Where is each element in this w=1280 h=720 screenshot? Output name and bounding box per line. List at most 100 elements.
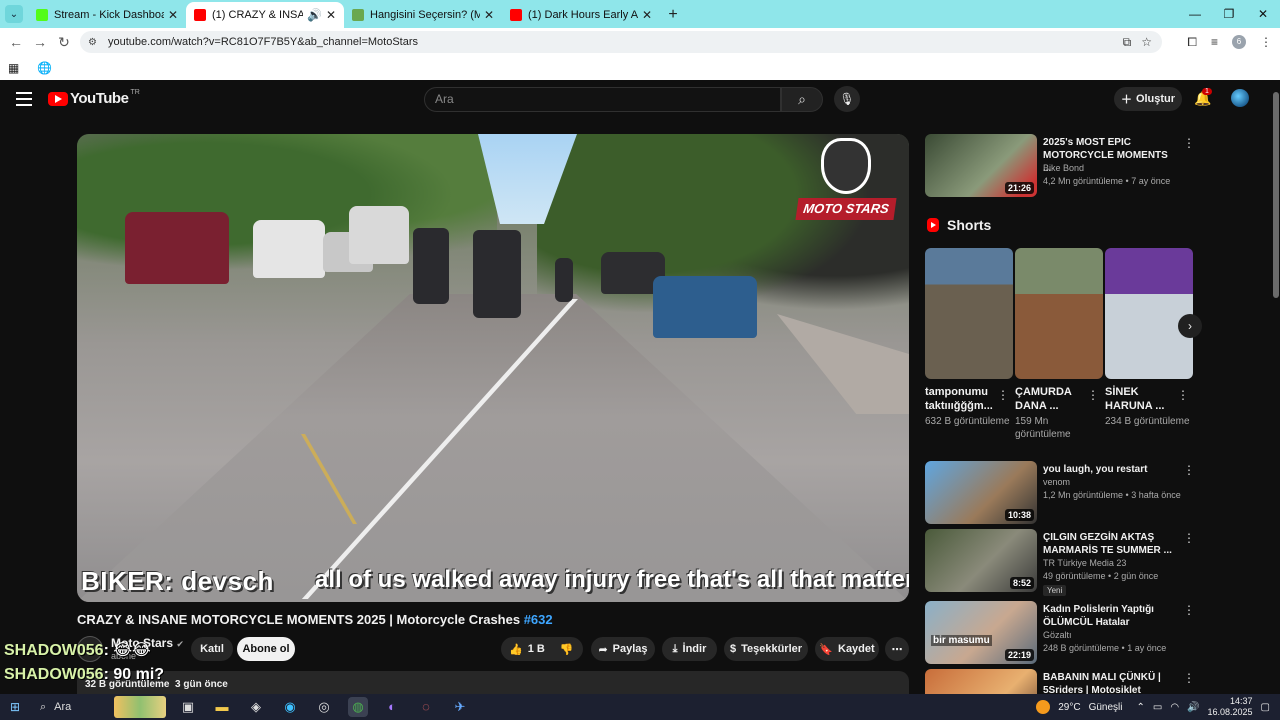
microphone-icon[interactable]: 🎙 [834, 86, 860, 112]
chevron-right-icon[interactable]: › [1178, 314, 1202, 338]
rec-title[interactable]: Kadın Polislerin Yaptığı ÖLÜMCÜL Hatalar [1043, 603, 1177, 629]
more-options-icon[interactable]: ⋮ [997, 388, 1009, 402]
recommended-video[interactable]: 10:38 you laugh, you restart venom 1,2 M… [925, 461, 1265, 525]
video-player[interactable]: MOTO STARS BIKER: devsch all of us walke… [77, 134, 909, 602]
weather-sun-icon[interactable] [1036, 700, 1051, 714]
clock[interactable]: 14:37 16.08.2025 [1208, 696, 1253, 718]
share-button[interactable]: ➦ Paylaş [591, 637, 655, 661]
account-avatar[interactable] [1231, 89, 1249, 107]
browser-tab[interactable]: Hangisini Seçersin? (Mavi mi Kı ✕ [344, 2, 502, 28]
short-item[interactable]: tamponumu taktııığğğm... 632 B görüntüle… [925, 248, 1013, 428]
edge-icon[interactable]: ◉ [280, 697, 300, 717]
app-icon[interactable]: ◌ [416, 697, 436, 717]
browser-tab[interactable]: (1) Dark Hours Early Access Lau ✕ [502, 2, 660, 28]
taskbar-search[interactable]: ⌕ Ara [32, 696, 166, 718]
steam-icon[interactable]: ✈ [450, 697, 470, 717]
rec-title[interactable]: BABANIN MALI ÇÜNKÜ | 5Sriders | Motosikl… [1043, 671, 1177, 694]
more-options-icon[interactable]: ⋮ [1183, 136, 1195, 150]
browser-tab-active[interactable]: (1) CRAZY & INSANE MOTO 🔊 ✕ [186, 2, 344, 28]
create-button[interactable]: ＋ Oluştur [1114, 87, 1182, 111]
page-scrollbar[interactable] [1272, 80, 1280, 694]
browser-tab[interactable]: Stream - Kick Dashboard ✕ [28, 2, 186, 28]
short-item[interactable]: SİNEK HARUNA ... 234 B görüntüleme ⋮ [1105, 248, 1193, 428]
rec-channel[interactable]: Bike Bond [1043, 163, 1084, 173]
more-actions-icon[interactable]: ⋯ [885, 637, 909, 661]
dislike-icon[interactable]: 👎 [560, 643, 574, 656]
wifi-icon[interactable]: ◠ [1170, 702, 1179, 713]
site-info-icon[interactable]: ⚙ [88, 37, 102, 48]
video-thumbnail[interactable]: 8:52 [925, 529, 1037, 592]
menu-icon[interactable] [16, 92, 32, 110]
tab-close-icon[interactable]: ✕ [642, 8, 652, 22]
tab-close-icon[interactable]: ✕ [484, 8, 494, 22]
url-field[interactable]: ⚙ youtube.com/watch?v=RC81O7F7B5Y&ab_cha… [80, 31, 1162, 53]
obs-icon[interactable]: ◎ [314, 697, 334, 717]
youtube-logo[interactable]: YouTube TR [48, 89, 140, 107]
weather-desc[interactable]: Güneşli [1089, 702, 1123, 713]
globe-icon[interactable]: 🌐 [37, 61, 52, 75]
apps-grid-icon[interactable]: ▦ [8, 61, 19, 75]
more-options-icon[interactable]: ⋮ [1087, 388, 1099, 402]
reload-icon[interactable]: ↻ [52, 34, 76, 51]
task-view-icon[interactable]: ▣ [178, 697, 198, 717]
like-icon[interactable]: 👍 [509, 643, 523, 656]
forward-icon[interactable]: → [28, 34, 52, 50]
video-thumbnail[interactable]: 10:38 [925, 461, 1037, 524]
app-icon[interactable]: ◈ [246, 697, 266, 717]
short-thumbnail[interactable] [925, 248, 1013, 379]
short-title[interactable]: tamponumu taktııığğğm... [925, 385, 999, 413]
file-explorer-icon[interactable]: ▬ [212, 697, 232, 717]
video-thumbnail[interactable]: 21:26 [925, 134, 1037, 197]
short-thumbnail[interactable] [1015, 248, 1103, 379]
windows-start-icon[interactable]: ⊞ [0, 700, 30, 714]
join-button[interactable]: Katıl [191, 637, 233, 661]
rec-title[interactable]: you laugh, you restart [1043, 463, 1177, 476]
network-icon[interactable]: ▭ [1153, 702, 1162, 713]
minimize-icon[interactable]: — [1178, 0, 1212, 28]
discord-icon[interactable]: ◐ [382, 697, 402, 717]
bookmark-star-icon[interactable]: ☆ [1141, 31, 1152, 53]
short-thumbnail[interactable] [1105, 248, 1193, 379]
like-count[interactable]: 1 B [528, 643, 545, 655]
short-title[interactable]: SİNEK HARUNA ... [1105, 385, 1179, 413]
save-button[interactable]: 🔖 Kaydet [815, 637, 879, 661]
rec-channel[interactable]: TR Türkiye Media 23 [1043, 558, 1126, 568]
download-button[interactable]: ⤓ İndir [662, 637, 717, 661]
recommended-video[interactable]: 8:52 ÇILGIN GEZGİN AKTAŞ MARMARİS TE SUM… [925, 529, 1265, 596]
video-thumbnail[interactable]: bir masumu 22:19 [925, 601, 1037, 664]
close-window-icon[interactable]: ✕ [1246, 0, 1280, 28]
recommended-video[interactable]: 21:26 2025's MOST EPIC MOTORCYCLE MOMENT… [925, 134, 1265, 198]
notifications-bell-icon[interactable]: 🔔 1 [1194, 88, 1212, 107]
media-control-icon[interactable]: ≡ [1211, 35, 1218, 49]
chrome-icon[interactable]: ◍ [348, 697, 368, 717]
chevron-up-icon[interactable]: ⌃ [1136, 702, 1144, 713]
more-options-icon[interactable]: ⋮ [1183, 603, 1195, 617]
thanks-button[interactable]: $ Teşekkürler [724, 637, 808, 661]
tab-search-button[interactable]: ⌄ [0, 0, 28, 28]
more-options-icon[interactable]: ⋮ [1183, 463, 1195, 477]
new-tab-button[interactable]: + [660, 2, 686, 28]
recommended-video[interactable]: BABANIN MALI ÇÜNKÜ | 5Sriders | Motosikl… [925, 669, 1265, 694]
tab-close-icon[interactable]: ✕ [168, 8, 178, 22]
rec-channel[interactable]: Gözaltı [1043, 630, 1072, 640]
hashtag-link[interactable]: #632 [524, 612, 553, 627]
rec-channel[interactable]: venom [1043, 477, 1070, 487]
cast-icon[interactable]: ⧉ [1123, 31, 1132, 53]
speaker-icon[interactable]: 🔊 [307, 8, 322, 22]
search-icon[interactable]: ⌕ [781, 87, 823, 112]
tab-close-icon[interactable]: ✕ [326, 8, 336, 22]
more-options-icon[interactable]: ⋮ [1183, 531, 1195, 545]
browser-menu-icon[interactable]: ⋮ [1260, 35, 1272, 49]
rec-title[interactable]: ÇILGIN GEZGİN AKTAŞ MARMARİS TE SUMMER .… [1043, 531, 1177, 557]
volume-icon[interactable]: 🔊 [1187, 702, 1199, 713]
profile-avatar[interactable]: 6 [1232, 35, 1246, 49]
notification-center-icon[interactable]: ▢ [1261, 702, 1270, 713]
description-box[interactable]: 32 B görüntüleme 3 gün önce [77, 671, 909, 695]
back-icon[interactable]: ← [4, 34, 28, 50]
short-title[interactable]: ÇAMURDA DANA ... [1015, 385, 1089, 413]
more-options-icon[interactable]: ⋮ [1183, 671, 1195, 685]
recommended-video[interactable]: bir masumu 22:19 Kadın Polislerin Yaptığ… [925, 601, 1265, 665]
search-input[interactable]: Ara [424, 87, 781, 112]
video-thumbnail[interactable] [925, 669, 1037, 694]
more-options-icon[interactable]: ⋮ [1177, 388, 1189, 402]
